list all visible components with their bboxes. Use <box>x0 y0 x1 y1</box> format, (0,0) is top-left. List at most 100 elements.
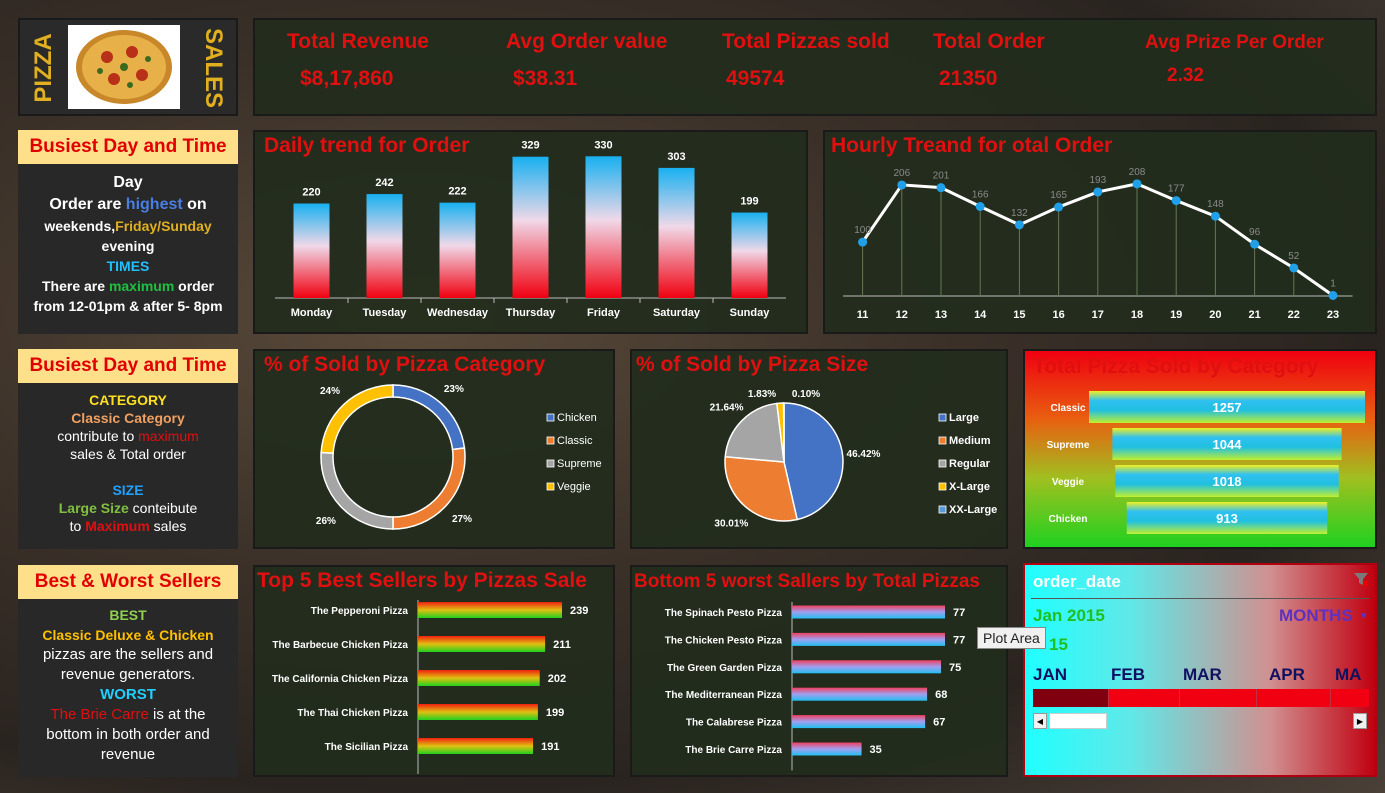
top5-bar-value: 239 <box>570 605 588 617</box>
daily-bar[interactable] <box>293 203 330 298</box>
size-legend-swatch <box>938 413 947 422</box>
top5-bar[interactable] <box>418 704 538 720</box>
scroll-right-icon[interactable]: ▶ <box>1353 713 1367 729</box>
size-pie-chart[interactable]: 46.42% Large 30.01% Medium 21.64% Regular 1.83… <box>632 351 1006 547</box>
top5-bar-value: 191 <box>541 741 559 753</box>
top5-bar[interactable] <box>418 602 562 618</box>
daily-bar[interactable] <box>512 156 549 298</box>
slicer-month-label[interactable]: MA <box>1335 665 1361 685</box>
daily-bar-value-label: 242 <box>375 177 393 189</box>
note2-to-c: sales <box>149 518 187 534</box>
hourly-point[interactable] <box>1210 211 1220 221</box>
category-funnel-chart[interactable]: 1257 Classic 1044 Supreme 1018 Veggie 913 Chick… <box>1025 351 1375 547</box>
hourly-point[interactable] <box>1171 196 1181 206</box>
size-value-label: 0.10% <box>792 389 820 400</box>
bottom5-bar[interactable] <box>792 605 945 619</box>
size-legend-label: Regular <box>949 458 991 470</box>
scroll-thumb[interactable] <box>1049 713 1107 729</box>
hourly-point[interactable] <box>1132 179 1142 189</box>
daily-trend-chart[interactable]: 220 Monday 242 Tuesday 222 Wednesday 329 Thursd… <box>255 132 806 332</box>
hourly-x-tick-label: 12 <box>896 309 908 321</box>
note-busiest-day-time: Busiest Day and Time Day Order are highe… <box>18 130 238 334</box>
daily-bar[interactable] <box>658 167 695 298</box>
bottom5-bar-label: The Spinach Pesto Pizza <box>665 608 783 619</box>
slicer-month-label[interactable]: APR <box>1269 665 1305 685</box>
timeline-scrollbar[interactable]: ◀ ▶ <box>1033 713 1367 729</box>
hourly-trend-chart[interactable]: 1001120612201131661413215165161931720818… <box>825 132 1375 332</box>
hourly-point[interactable] <box>1054 202 1064 212</box>
hourly-point[interactable] <box>1289 263 1299 273</box>
pizza-icon <box>76 30 172 104</box>
daily-x-tick-label: Wednesday <box>427 307 489 319</box>
slicer-month-label[interactable]: JAN <box>1033 665 1067 685</box>
hourly-point[interactable] <box>858 237 868 247</box>
hourly-point[interactable] <box>1250 239 1260 249</box>
hourly-point-label: 208 <box>1129 167 1146 178</box>
daily-trend-panel[interactable]: Daily trend for Order 220 Monday 242 Tuesda… <box>253 130 808 334</box>
note1-highest: highest <box>125 196 183 213</box>
timeline-segment[interactable] <box>1257 689 1331 707</box>
top5-panel[interactable]: Top 5 Best Sellers by Pizzas Sale 239 The… <box>253 565 615 777</box>
slicer-month-label[interactable]: MAR <box>1183 665 1222 685</box>
timeline-segment[interactable] <box>1331 689 1369 707</box>
slicer-level-dropdown[interactable]: MONTHS ▼ <box>1279 606 1369 626</box>
timeline-segment[interactable] <box>1180 689 1257 707</box>
slicer-header-divider <box>1031 598 1369 599</box>
hourly-point[interactable] <box>1093 187 1103 197</box>
slicer-month-label[interactable]: FEB <box>1111 665 1145 685</box>
kpi-avg-prize-label: Avg Prize Per Order <box>1145 32 1324 53</box>
clear-filter-icon[interactable] <box>1353 571 1369 587</box>
category-legend-label: Supreme <box>557 458 602 470</box>
hourly-point[interactable] <box>1014 220 1024 230</box>
note1-body: Day Order are highest on weekends,Friday… <box>18 172 238 316</box>
note2-conteibute: conteibute <box>128 500 198 516</box>
bottom5-bar-chart[interactable]: 77 The Spinach Pesto Pizza 77 The Chicken P… <box>632 567 1006 775</box>
timeline-bar[interactable] <box>1033 689 1369 707</box>
daily-bar[interactable] <box>439 202 476 298</box>
hourly-point[interactable] <box>1328 290 1338 300</box>
top5-bar[interactable] <box>418 670 540 686</box>
hourly-x-tick-label: 11 <box>857 309 869 321</box>
hourly-trend-panel[interactable]: Hourly Treand for otal Order 100 11 206 12 2… <box>823 130 1377 334</box>
bottom5-bar[interactable] <box>792 660 942 674</box>
daily-bar-value-label: 330 <box>594 139 612 151</box>
size-value-label: 21.64% <box>710 402 744 413</box>
bottom5-bar-value: 77 <box>953 607 965 619</box>
bottom5-bar[interactable] <box>792 742 862 756</box>
hourly-point-label: 100 <box>854 225 871 236</box>
size-pct-panel[interactable]: % of Sold by Pizza Size 46.42% Large 30.01… <box>630 349 1008 549</box>
top5-bar-chart[interactable]: 239 The Pepperoni Pizza 211 The Barbecue Ch… <box>255 567 613 775</box>
category-legend-label: Classic <box>557 435 593 447</box>
daily-bar[interactable] <box>366 194 403 298</box>
logo-panel: PIZZA SALES <box>18 18 238 116</box>
scroll-left-icon[interactable]: ◀ <box>1033 713 1047 729</box>
category-total-panel[interactable]: Total Pizza Sold by Category 1257 Classic… <box>1023 349 1377 549</box>
category-donut-chart[interactable]: 23% Chicken 27% Classic 26% Supreme 24% Veggie <box>255 351 613 547</box>
note2-to-line: to Maximum sales <box>18 517 238 535</box>
timeline-selected-segment[interactable] <box>1033 689 1109 707</box>
order-date-slicer[interactable]: order_date Jan 2015 MONTHS ▼ 15 Plot Are… <box>977 563 1377 777</box>
size-legend-swatch <box>938 436 947 445</box>
hourly-point-label: 132 <box>1011 208 1028 219</box>
category-legend-swatch <box>546 436 555 445</box>
timeline-segment[interactable] <box>1109 689 1180 707</box>
hourly-point[interactable] <box>936 183 946 193</box>
hourly-point[interactable] <box>975 202 985 212</box>
bottom5-bar[interactable] <box>792 715 926 729</box>
bottom5-bar[interactable] <box>792 632 945 646</box>
daily-bar[interactable] <box>731 212 768 298</box>
note3-best: BEST <box>109 607 147 623</box>
top5-bar[interactable] <box>418 636 546 652</box>
hourly-x-tick-label: 13 <box>935 309 947 321</box>
daily-bar[interactable] <box>585 156 622 298</box>
note1-from: from 12-01pm & after 5- 8pm <box>33 298 223 314</box>
bottom5-panel[interactable]: Bottom 5 worst Sallers by Total Pizzas 7… <box>630 565 1008 777</box>
note2-category: CATEGORY <box>89 392 167 408</box>
note2-large-line: Large Size conteibute <box>18 499 238 517</box>
hourly-x-tick-label: 18 <box>1131 309 1143 321</box>
top5-bar[interactable] <box>418 738 534 754</box>
category-pct-panel[interactable]: % of Sold by Pizza Category 23% Chicken 27… <box>253 349 615 549</box>
chevron-down-icon: ▼ <box>1358 610 1369 622</box>
hourly-point[interactable] <box>897 180 907 190</box>
bottom5-bar[interactable] <box>792 687 928 701</box>
